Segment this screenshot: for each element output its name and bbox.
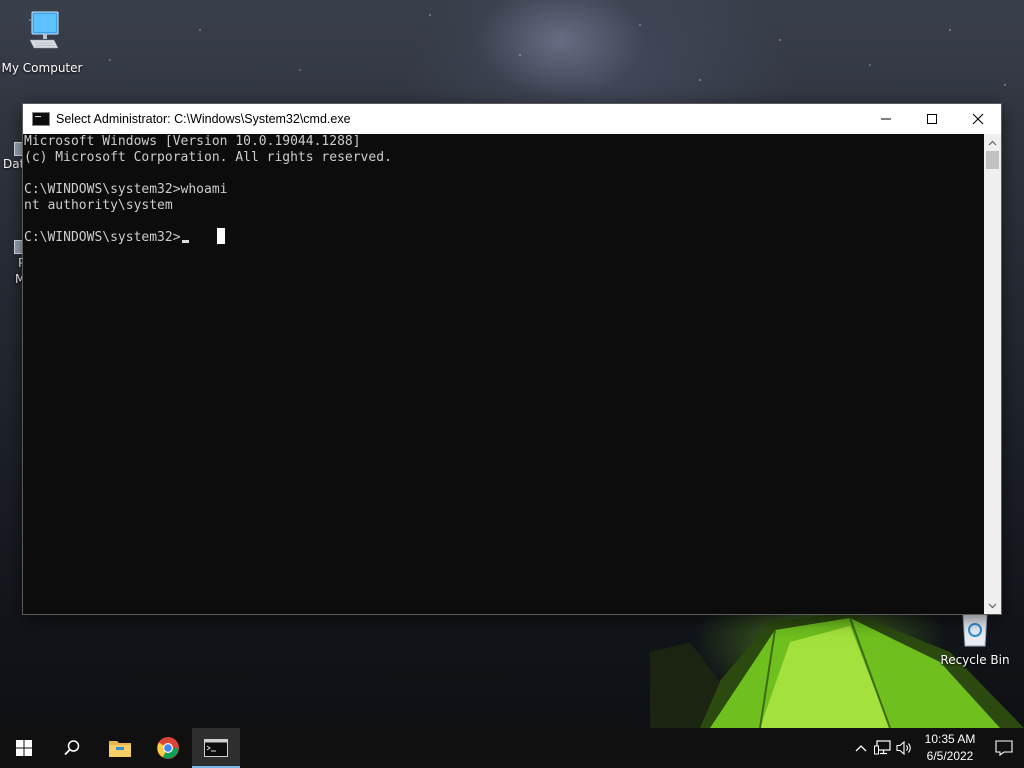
recycle-bin-label: Recycle Bin <box>940 653 1010 667</box>
chevron-down-icon <box>988 603 997 608</box>
console-line: C:\WINDOWS\system32>whoami <box>24 182 228 197</box>
cmd-icon <box>32 112 50 126</box>
scrollbar-thumb[interactable] <box>986 151 999 169</box>
scroll-down-button[interactable] <box>984 597 1001 614</box>
chrome-button[interactable] <box>144 728 192 768</box>
my-computer-desktop-icon[interactable]: My Computer <box>0 8 84 75</box>
clock-time: 10:35 AM <box>924 732 976 746</box>
console-prompt-line[interactable]: C:\WINDOWS\system32> <box>24 228 984 246</box>
console-line: (c) Microsoft Corporation. All rights re… <box>24 150 392 165</box>
file-explorer-button[interactable] <box>96 728 144 768</box>
my-computer-label: My Computer <box>1 61 83 75</box>
selection-cursor <box>217 228 225 244</box>
clock-date: 6/5/2022 <box>926 749 974 763</box>
taskbar: 10:35 AM 6/5/2022 <box>0 728 1024 768</box>
console-line: Microsoft Windows [Version 10.0.19044.12… <box>24 134 361 149</box>
close-icon <box>972 113 984 125</box>
recycle-bin-icon <box>962 613 988 647</box>
taskbar-clock[interactable]: 10:35 AM 6/5/2022 <box>916 731 984 765</box>
cmd-icon <box>204 739 228 757</box>
show-hidden-icons-button[interactable] <box>850 728 872 768</box>
partial-icon-label: Data <box>3 157 24 171</box>
close-button[interactable] <box>955 104 1001 134</box>
window-titlebar[interactable]: Select Administrator: C:\Windows\System3… <box>23 104 1001 134</box>
network-icon <box>874 740 891 755</box>
cmd-taskbar-button[interactable] <box>192 728 240 768</box>
minimize-icon <box>881 118 891 120</box>
chevron-up-icon <box>988 140 997 145</box>
cmd-window[interactable]: Select Administrator: C:\Windows\System3… <box>23 104 1001 614</box>
console-output[interactable]: Microsoft Windows [Version 10.0.19044.12… <box>23 134 984 614</box>
network-button[interactable] <box>872 728 894 768</box>
notification-icon <box>995 740 1013 756</box>
console-line: nt authority\system <box>24 198 173 213</box>
minimize-button[interactable] <box>863 104 909 134</box>
computer-icon <box>29 11 59 49</box>
window-title: Select Administrator: C:\Windows\System3… <box>56 112 351 126</box>
system-tray: 10:35 AM 6/5/2022 <box>850 728 1024 768</box>
start-button[interactable] <box>0 728 48 768</box>
maximize-icon <box>927 114 937 124</box>
speaker-icon <box>896 740 911 756</box>
hidden-desktop-icons: Data P M <box>0 112 24 292</box>
text-cursor <box>181 240 189 243</box>
scroll-up-button[interactable] <box>984 134 1001 151</box>
search-button[interactable] <box>48 728 96 768</box>
recycle-bin-desktop-icon[interactable]: Recycle Bin <box>933 612 1017 667</box>
volume-button[interactable] <box>894 728 916 768</box>
windows-logo-icon <box>16 740 32 756</box>
file-explorer-icon <box>109 741 131 757</box>
search-icon <box>64 740 80 756</box>
chevron-up-icon <box>855 745 867 752</box>
maximize-button[interactable] <box>909 104 955 134</box>
console-prompt: C:\WINDOWS\system32> <box>24 230 181 245</box>
action-center-button[interactable] <box>984 728 1024 768</box>
chrome-icon <box>157 737 179 759</box>
vertical-scrollbar[interactable] <box>984 134 1001 614</box>
